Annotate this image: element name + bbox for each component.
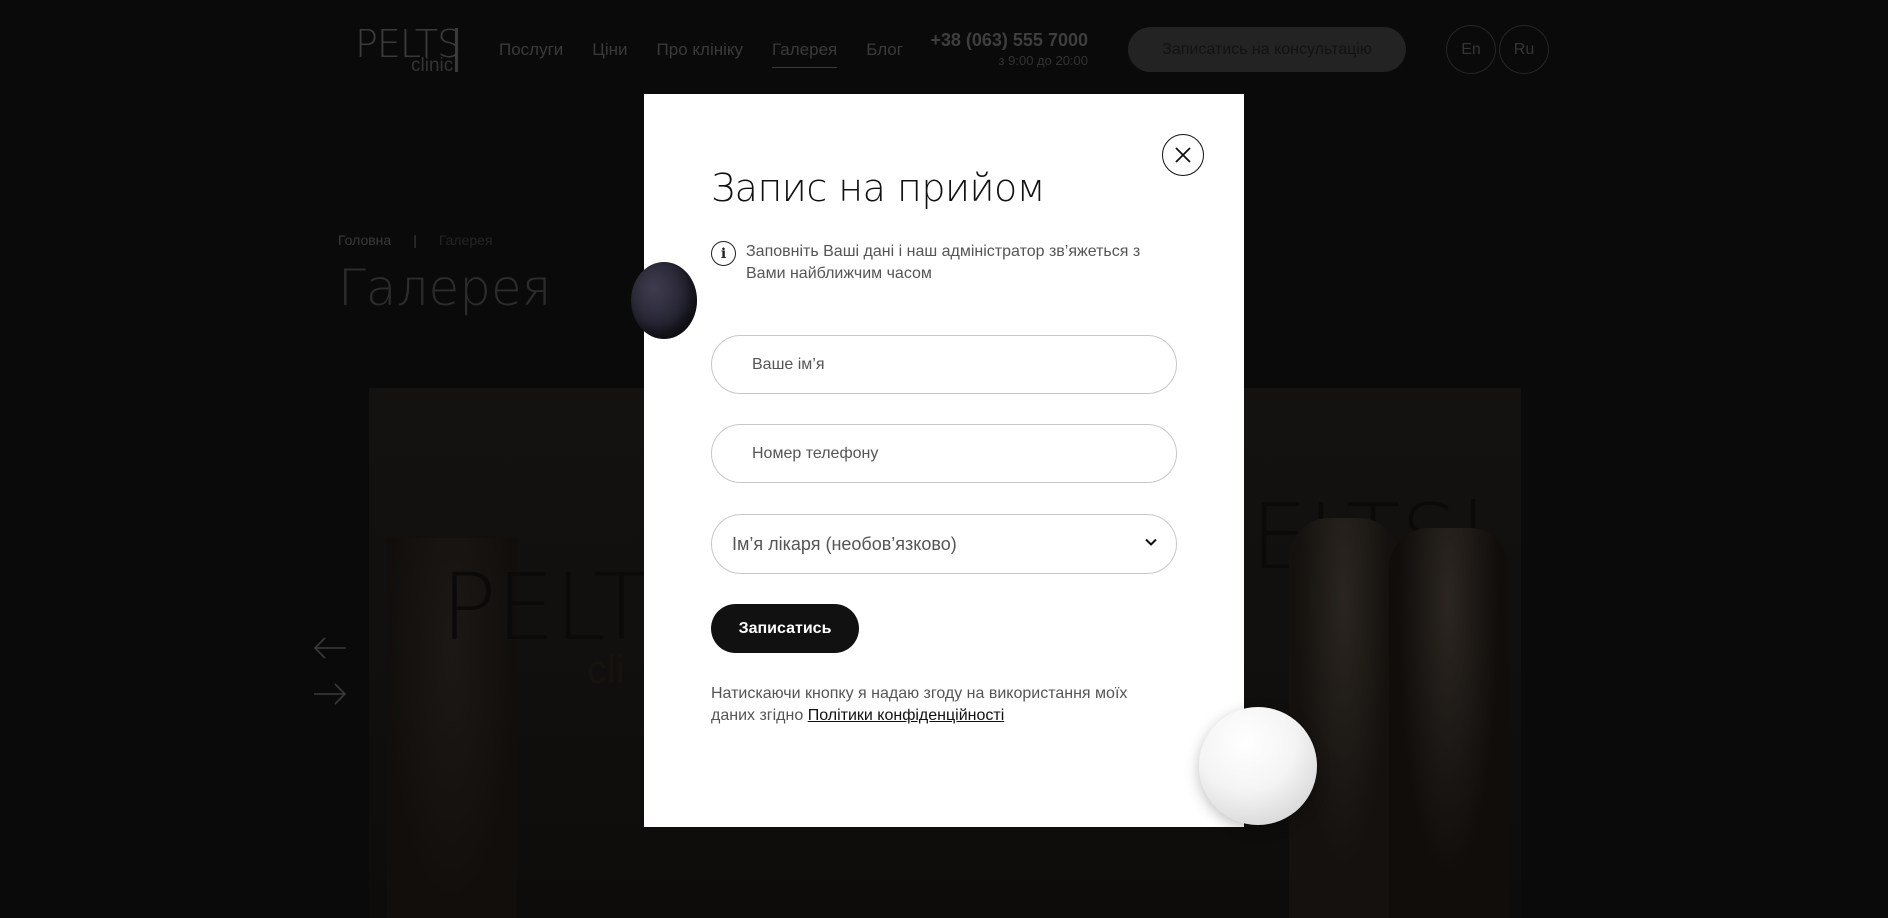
- breadcrumb-separator: |: [413, 232, 417, 248]
- lang-ru-button[interactable]: Ru: [1499, 25, 1549, 74]
- page: PELTS clinic Послуги Ціни Про клініку Га…: [0, 0, 1888, 918]
- lang-en-button[interactable]: En: [1446, 25, 1496, 74]
- info-text: Заповніть Ваші дані і наш адміністратор …: [746, 243, 1141, 282]
- gallery-next-button[interactable]: [313, 682, 347, 706]
- site-header: PELTS clinic Послуги Ціни Про клініку Га…: [0, 0, 1888, 100]
- gallery-prev-button[interactable]: [313, 636, 347, 660]
- phone-input[interactable]: [711, 424, 1177, 483]
- decorative-white-sphere: [1199, 707, 1317, 825]
- phone-number[interactable]: +38 (063) 555 7000: [930, 30, 1088, 50]
- privacy-policy-link[interactable]: Політики конфіденційності: [808, 707, 1005, 724]
- main-nav: Послуги Ціни Про клініку Галерея Блог: [499, 40, 903, 68]
- working-hours: з 9:00 до 20:00: [998, 53, 1088, 68]
- gallery-wall-logo: PELT: [441, 554, 650, 661]
- arrow-right-icon: [314, 683, 347, 705]
- info-note: i Заповніть Ваші дані і наш адміністрато…: [711, 241, 1181, 285]
- info-icon: i: [711, 241, 736, 266]
- logo[interactable]: PELTS clinic: [355, 24, 465, 76]
- close-icon: [1175, 147, 1191, 163]
- logo-sub: clinic: [411, 55, 454, 76]
- gallery-wall-logo-sub: cli: [587, 648, 625, 692]
- breadcrumb-current: Галерея: [438, 232, 493, 248]
- appointment-modal: Запис на прийом i Заповніть Ваші дані і …: [644, 94, 1244, 827]
- phone-block: +38 (063) 555 7000 з 9:00 до 20:00: [930, 30, 1088, 69]
- nav-item-gallery[interactable]: Галерея: [772, 40, 838, 68]
- submit-button[interactable]: Записатись: [711, 604, 859, 653]
- close-button[interactable]: [1162, 134, 1204, 176]
- modal-title: Запис на прийом: [711, 166, 1045, 210]
- gallery-person-right-1: [1289, 518, 1399, 918]
- name-input[interactable]: [711, 335, 1177, 394]
- nav-item-services[interactable]: Послуги: [499, 40, 563, 60]
- logo-bar: [455, 28, 458, 72]
- chevron-down-icon: [1145, 538, 1157, 546]
- doctor-select[interactable]: Ім’я лікаря (необов’язково): [711, 514, 1177, 574]
- breadcrumb-home[interactable]: Головна: [338, 232, 391, 248]
- breadcrumb: Головна | Галерея: [338, 232, 493, 248]
- gallery-person-right-2: [1389, 528, 1509, 918]
- consultation-button[interactable]: Записатись на консультацію: [1128, 27, 1406, 72]
- nav-item-blog[interactable]: Блог: [866, 40, 903, 60]
- decorative-dark-sphere: [631, 262, 697, 339]
- doctor-select-value: Ім’я лікаря (необов’язково): [732, 533, 957, 554]
- nav-item-about[interactable]: Про клініку: [657, 40, 743, 60]
- nav-item-prices[interactable]: Ціни: [592, 40, 627, 60]
- arrow-left-icon: [313, 637, 346, 659]
- page-title: Галерея: [338, 259, 552, 317]
- consent-text: Натискаючи кнопку я надаю згоду на викор…: [711, 683, 1171, 727]
